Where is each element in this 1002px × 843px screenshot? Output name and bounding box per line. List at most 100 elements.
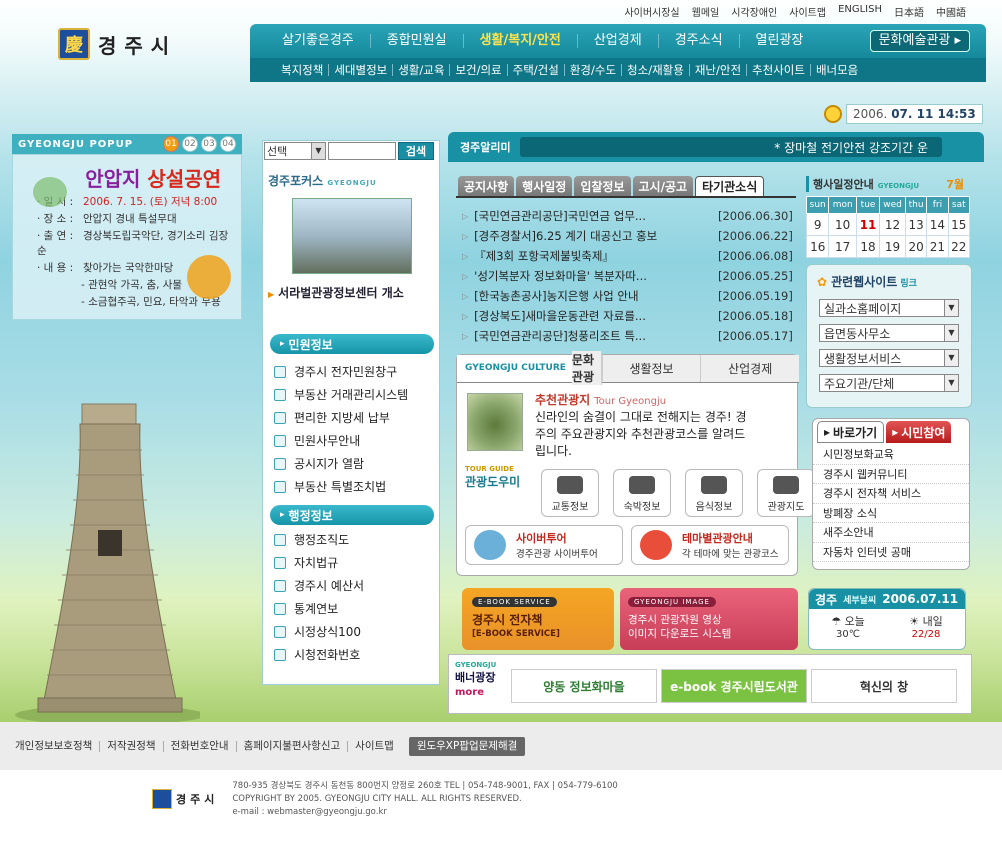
search-input[interactable] bbox=[328, 142, 396, 160]
calendar-day[interactable]: 9 bbox=[805, 213, 830, 236]
lnb-item[interactable]: 환경/수도 bbox=[565, 64, 623, 76]
haengjeong-header[interactable]: 행정정보 bbox=[270, 505, 434, 525]
lnb-item[interactable]: 보건/의료 bbox=[450, 64, 508, 76]
weather-box[interactable]: 경주 세부날씨 2006.07.11 ☂ 오늘 30℃ ☀ 내일 22/28 bbox=[808, 588, 966, 650]
theme-tour-button[interactable]: 테마별관광안내 각 테마에 맞는 관광코스 bbox=[631, 525, 789, 565]
popup-body[interactable]: 안압지 상설공연 · 일 시 :2006. 7. 15. (토) 저녁 8:00… bbox=[12, 154, 242, 320]
lnb-item[interactable]: 청소/재활용 bbox=[622, 64, 690, 76]
top-link[interactable]: 웹메일 bbox=[692, 4, 720, 19]
haengjeong-item[interactable]: 시정상식100 bbox=[274, 620, 364, 643]
quick-link[interactable]: 자동차 인터넷 공매 bbox=[813, 543, 969, 562]
top-link[interactable]: 日本語 bbox=[894, 4, 924, 19]
tab-life-info[interactable]: 생활정보 bbox=[602, 355, 702, 382]
banner-item[interactable]: e-book 경주시립도서관 bbox=[661, 669, 807, 703]
traffic-info-button[interactable]: 교통정보 bbox=[541, 469, 599, 517]
popup-page-button[interactable]: 03 bbox=[201, 136, 217, 152]
gnb-item[interactable]: 경주소식 bbox=[659, 34, 740, 48]
gnb-item[interactable]: 살기좋은경주 bbox=[266, 34, 371, 48]
haengjeong-item[interactable]: 행정조직도 bbox=[274, 528, 364, 551]
ebook-banner[interactable]: E-BOOK SERVICE 경주시 전자책 [E-BOOK SERVICE] bbox=[462, 588, 614, 650]
news-ticker[interactable]: * 장마철 전기안전 강조기간 운 bbox=[520, 137, 942, 157]
calendar-day[interactable]: 12 bbox=[879, 213, 906, 236]
haengjeong-item[interactable]: 통계연보 bbox=[274, 597, 364, 620]
lnb-item[interactable]: 복지정책 bbox=[276, 64, 330, 76]
lnb-item[interactable]: 배너모음 bbox=[811, 64, 863, 76]
quick-link[interactable]: 방폐장 소식 bbox=[813, 504, 969, 523]
xp-popup-fix-button[interactable]: 윈도우XP팝업문제해결 bbox=[408, 736, 526, 756]
top-link[interactable]: ENGLISH bbox=[838, 4, 882, 19]
minwon-item[interactable]: 경주시 전자민원창구 bbox=[274, 360, 408, 383]
footer-link[interactable]: 전화번호안내 bbox=[164, 740, 237, 752]
calendar-day[interactable]: 21 bbox=[926, 235, 949, 258]
gnb-item[interactable]: 열린광장 bbox=[740, 34, 820, 48]
footer-link[interactable]: 개인정보보호정책 bbox=[8, 740, 101, 752]
minwon-item[interactable]: 공시지가 열람 bbox=[274, 452, 408, 475]
culture-tour-button[interactable]: 문화예술관광 ▸ bbox=[869, 30, 970, 52]
top-link[interactable]: 사이트맵 bbox=[789, 4, 826, 19]
gnb-item[interactable]: 종합민원실 bbox=[371, 34, 464, 48]
haengjeong-item[interactable]: 경주시 예산서 bbox=[274, 574, 364, 597]
haengjeong-item[interactable]: 시청전화번호 bbox=[274, 643, 364, 666]
list-item[interactable]: [국민연금관리공단]청풍리조트 특...[2006.05.17] bbox=[462, 326, 793, 346]
calendar-day-today[interactable]: 11 bbox=[855, 213, 881, 236]
tab-citizen[interactable]: 시민참여 bbox=[886, 421, 952, 443]
lnb-item[interactable]: 추천사이트 bbox=[747, 64, 811, 76]
minwon-item[interactable]: 민원사무안내 bbox=[274, 429, 408, 452]
lnb-item[interactable]: 주택/건설 bbox=[508, 64, 565, 76]
tab-industry[interactable]: 산업경제 bbox=[701, 355, 799, 382]
haengjeong-item[interactable]: 자치법규 bbox=[274, 551, 364, 574]
related-site-select[interactable]: 주요기관/단체 ▼ bbox=[819, 374, 959, 392]
calendar-day[interactable]: 20 bbox=[904, 235, 928, 258]
calendar-day[interactable]: 13 bbox=[904, 213, 928, 236]
banner-item[interactable]: 혁신의 창 bbox=[811, 669, 957, 703]
related-site-select[interactable]: 읍면동사무소 ▼ bbox=[819, 324, 959, 342]
list-item[interactable]: [한국농촌공사]농지은행 사업 안내[2006.05.19] bbox=[462, 286, 793, 306]
related-site-select[interactable]: 실과소홈페이지 ▼ bbox=[819, 299, 959, 317]
calendar-day[interactable]: 14 bbox=[926, 213, 949, 236]
quick-link[interactable]: 새주소안내 bbox=[813, 523, 969, 543]
footer-link[interactable]: 홈페이지불편사항신고 bbox=[237, 740, 349, 752]
calendar-day[interactable]: 10 bbox=[828, 213, 857, 236]
focus-caption[interactable]: 서라벌관광정보센터 개소 bbox=[268, 284, 438, 301]
gnb-item[interactable]: 산업경제 bbox=[578, 34, 659, 48]
popup-page-button[interactable]: 01 bbox=[163, 136, 179, 152]
footer-link[interactable]: 사이트맵 bbox=[348, 740, 401, 752]
cyber-tour-button[interactable]: 사이버투어 경주관광 사이버투어 bbox=[465, 525, 623, 565]
list-item[interactable]: [국민연금관리공단]국민연금 업무...[2006.06.30] bbox=[462, 206, 793, 226]
banner-item[interactable]: 양동 정보화마을 bbox=[511, 669, 657, 703]
tab-bids[interactable]: 입찰정보 bbox=[574, 176, 631, 196]
lnb-item[interactable]: 재난/안전 bbox=[690, 64, 748, 76]
top-link[interactable]: 사이버시장실 bbox=[624, 4, 679, 19]
list-item[interactable]: [경주경찰서]6.25 계기 대공신고 홍보[2006.06.22] bbox=[462, 226, 793, 246]
quick-link[interactable]: 경주시 전자책 서비스 bbox=[813, 484, 969, 504]
lodging-info-button[interactable]: 숙박정보 bbox=[613, 469, 671, 517]
tab-shortcuts[interactable]: 바로가기 bbox=[817, 421, 885, 443]
minwon-item[interactable]: 부동산 특별조치법 bbox=[274, 475, 408, 498]
popup-page-button[interactable]: 02 bbox=[182, 136, 198, 152]
tab-notice[interactable]: 공지사항 bbox=[458, 176, 515, 196]
tour-photo[interactable] bbox=[467, 393, 523, 451]
tab-culture[interactable]: GYEONGJU CULTURE 문화관광 bbox=[457, 351, 603, 385]
lnb-item[interactable]: 생활/교육 bbox=[393, 64, 451, 76]
top-link[interactable]: 中國語 bbox=[936, 4, 966, 19]
calendar-day[interactable]: 18 bbox=[855, 235, 881, 258]
gnb-item-active[interactable]: 생활/복지/안전 bbox=[464, 34, 578, 48]
banner-more-link[interactable]: more bbox=[455, 687, 484, 698]
quick-link[interactable]: 시민정보화교육 bbox=[813, 445, 969, 465]
calendar-day[interactable]: 15 bbox=[947, 213, 971, 236]
tab-other-agencies[interactable]: 타기관소식 bbox=[695, 176, 765, 196]
minwon-item[interactable]: 부동산 거래관리시스템 bbox=[274, 383, 408, 406]
related-site-select[interactable]: 생활정보서비스 ▼ bbox=[819, 349, 959, 367]
tab-announcements[interactable]: 고시/공고 bbox=[632, 176, 694, 196]
top-link[interactable]: 시각장애인 bbox=[731, 4, 777, 19]
popup-page-button[interactable]: 04 bbox=[220, 136, 236, 152]
list-item[interactable]: [경상북도]새마을운동관련 자료를...[2006.05.18] bbox=[462, 306, 793, 326]
tour-map-button[interactable]: 관광지도 bbox=[757, 469, 815, 517]
image-banner[interactable]: GYEONGJU IMAGE 경주시 관광자원 영상 이미지 다운로드 시스템 bbox=[620, 588, 798, 650]
calendar-day[interactable]: 22 bbox=[947, 235, 971, 258]
tab-events[interactable]: 행사일정 bbox=[516, 176, 573, 196]
list-item[interactable]: 『제3회 포항국제불빛축제』[2006.06.08] bbox=[462, 246, 793, 266]
list-item[interactable]: '성기복분자 정보화마을' 복분자따...[2006.05.25] bbox=[462, 266, 793, 286]
calendar-day[interactable]: 16 bbox=[805, 235, 830, 258]
quick-link[interactable]: 경주시 웹커뮤니티 bbox=[813, 465, 969, 484]
